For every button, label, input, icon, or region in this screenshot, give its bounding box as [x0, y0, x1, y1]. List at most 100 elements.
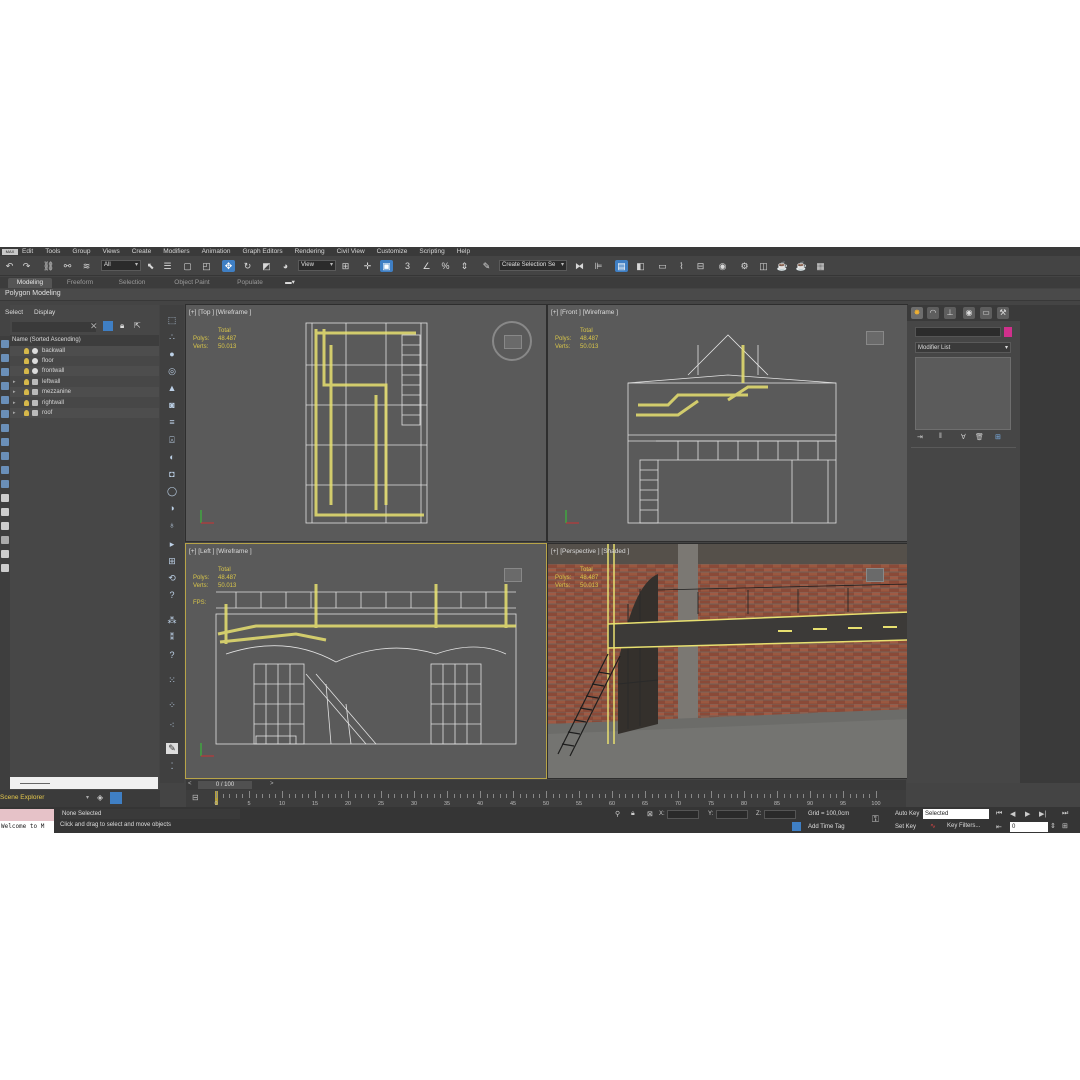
y-coordinate-field[interactable]	[716, 810, 748, 819]
track-bar[interactable]: ⊟ 0 5 10 15 20 25 30 35 40 45 50 55 60 65 70 75 80 85 90 95…	[186, 790, 906, 807]
viewcube-icon[interactable]	[504, 335, 522, 349]
object-color-swatch[interactable]	[1004, 327, 1012, 337]
list-item[interactable]: ▸ mezzanine	[10, 387, 159, 397]
play-icon[interactable]: ▶	[1025, 810, 1030, 818]
camera-icon[interactable]: ◙	[166, 400, 178, 411]
dots3-icon[interactable]: ⁖	[166, 720, 178, 731]
filter-all-icon[interactable]	[1, 564, 9, 572]
toggle-scene-explorer-icon[interactable]: ▤	[615, 260, 628, 272]
link-icon[interactable]: ⛓	[42, 260, 55, 272]
render-in-cloud-icon[interactable]: ▦	[814, 260, 827, 272]
brush-icon[interactable]: ✎	[166, 743, 178, 754]
object-name-field[interactable]	[915, 327, 1001, 337]
vertex-icon[interactable]: ∴	[166, 332, 178, 343]
utilities-tab-icon[interactable]: ⚒	[997, 307, 1009, 319]
snaps-toggle-icon[interactable]: 3	[401, 260, 414, 272]
filter-helpers-icon[interactable]	[1, 438, 9, 446]
app-logo[interactable]: MAX	[2, 248, 18, 255]
curve-editor-icon[interactable]: ⌇	[675, 260, 688, 272]
rendered-frame-window-icon[interactable]: ◫	[757, 260, 770, 272]
list-icon[interactable]: ≡	[166, 417, 178, 428]
filter-particles-icon[interactable]	[1, 550, 9, 558]
material-editor-icon[interactable]: ◉	[716, 260, 729, 272]
expand-icon[interactable]: ▸	[13, 377, 16, 387]
modifier-stack[interactable]	[915, 357, 1011, 430]
keyboard-shortcut-icon[interactable]: ▣	[380, 260, 393, 272]
shape-icon[interactable]: ◑	[166, 503, 178, 514]
bind-spacewarp-icon[interactable]: ≋	[80, 260, 93, 272]
selection-filter-dropdown[interactable]: All	[101, 260, 141, 271]
filter-frozen-icon[interactable]	[1, 522, 9, 530]
hierarchy-tab-icon[interactable]: ⊥	[944, 307, 956, 319]
dial-icon[interactable]: ◐	[166, 452, 178, 463]
display-invert-icon[interactable]	[1, 368, 9, 376]
lightbulb-icon[interactable]	[24, 389, 29, 395]
filter-geometry-icon[interactable]	[1, 382, 9, 390]
lightbulb-icon[interactable]	[24, 348, 29, 354]
explorer-options-icon[interactable]	[103, 321, 113, 331]
tool-icon[interactable]: ⟲	[166, 573, 178, 584]
menu-graph-editors[interactable]: Graph Editors	[243, 248, 283, 255]
selection-lock-icon[interactable]: 🔒︎	[631, 810, 635, 818]
lightbulb-icon[interactable]	[24, 400, 29, 406]
named-selection-set-dropdown[interactable]: Create Selection Se	[499, 260, 567, 271]
render-setup-icon[interactable]: ⚙	[738, 260, 751, 272]
bulb-icon[interactable]: ●	[166, 349, 178, 360]
key-mode-dropdown[interactable]: Selected	[923, 809, 989, 819]
cone-icon[interactable]: ▲	[166, 383, 178, 394]
time-slider[interactable]: < 0 / 100 >	[186, 780, 906, 790]
motion-tab-icon[interactable]: ◉	[963, 307, 975, 319]
select-object-icon[interactable]: ⬉	[144, 260, 157, 272]
lightbulb-icon[interactable]	[24, 368, 29, 374]
modifier-list-dropdown[interactable]: Modifier List	[915, 342, 1011, 353]
remove-modifier-icon[interactable]: 🗑︎	[975, 433, 984, 441]
scene-explorer-label[interactable]: Scene Explorer	[0, 794, 44, 801]
layers-icon[interactable]: ◈	[97, 793, 103, 802]
select-rotate-icon[interactable]: ↻	[241, 260, 254, 272]
reference-coord-dropdown[interactable]: View	[298, 260, 336, 271]
tab-populate[interactable]: Populate	[228, 278, 272, 288]
viewcube-compass[interactable]	[492, 321, 532, 361]
create-tab-icon[interactable]: ✸	[911, 307, 923, 319]
select-scale-icon[interactable]: ◩	[260, 260, 273, 272]
go-to-end-icon[interactable]: ⏭	[1062, 810, 1068, 818]
list-item[interactable]: ▸ roof	[10, 408, 159, 418]
schematic-view-icon[interactable]: ⊟	[694, 260, 707, 272]
helper-icon[interactable]: ⍓	[166, 435, 178, 446]
display-all-icon[interactable]	[1, 354, 9, 362]
list-item[interactable]: ▸ rightwall	[10, 398, 159, 408]
key-mode-toggle-icon[interactable]: ⇤	[996, 823, 1002, 831]
hierarchy-toggle-icon[interactable]	[110, 792, 122, 804]
lightbulb-icon[interactable]	[24, 410, 29, 416]
redo-icon[interactable]: ↷	[20, 260, 33, 272]
filter-bones-icon[interactable]	[1, 494, 9, 502]
help2-icon[interactable]: ?	[166, 650, 178, 661]
menu-civil-view[interactable]: Civil View	[337, 248, 365, 255]
filter-hidden-icon[interactable]	[1, 536, 9, 544]
explorer-column-header[interactable]: Name (Sorted Ascending)	[10, 335, 159, 346]
light-icon[interactable]: ♁	[166, 520, 178, 531]
explorer-select-menu[interactable]: Select	[5, 309, 23, 316]
absolute-mode-icon[interactable]: ⊠	[647, 810, 653, 818]
edit-poly-icon[interactable]: ⬚	[166, 315, 178, 326]
maxscript-listener-output[interactable]	[0, 809, 54, 821]
isolate-icon[interactable]: ⚲	[615, 810, 620, 818]
arrow-right-icon[interactable]: ▸	[166, 539, 178, 550]
select-manipulate-icon[interactable]: ✛	[361, 260, 374, 272]
modify-tab-icon[interactable]: ◠	[927, 307, 939, 319]
curve-editor-mini-icon[interactable]: ⊟	[192, 793, 199, 802]
lock-icon[interactable]: 🔒︎	[120, 321, 124, 331]
ribbon-options-icon[interactable]: ▬▾	[280, 278, 300, 288]
expand-icon[interactable]: ▸	[13, 408, 16, 418]
polygon-modeling-panel-title[interactable]: Polygon Modeling	[5, 290, 61, 297]
list-item[interactable]: ▸ leftwall	[10, 377, 159, 387]
next-frame-icon[interactable]: ▶|	[1039, 810, 1046, 818]
maxscript-mini-listener[interactable]: Welcome to M	[0, 821, 54, 833]
dots4-icon[interactable]: ⁚	[166, 761, 178, 772]
select-move-icon[interactable]: ✥	[222, 260, 235, 272]
prev-frame-arrow-icon[interactable]: <	[188, 781, 192, 787]
configure-sets-icon[interactable]: ⊞	[995, 433, 1001, 441]
tab-object-paint[interactable]: Object Paint	[166, 278, 218, 288]
tab-freeform[interactable]: Freeform	[58, 278, 102, 288]
grid-icon[interactable]: ⊞	[166, 556, 178, 567]
